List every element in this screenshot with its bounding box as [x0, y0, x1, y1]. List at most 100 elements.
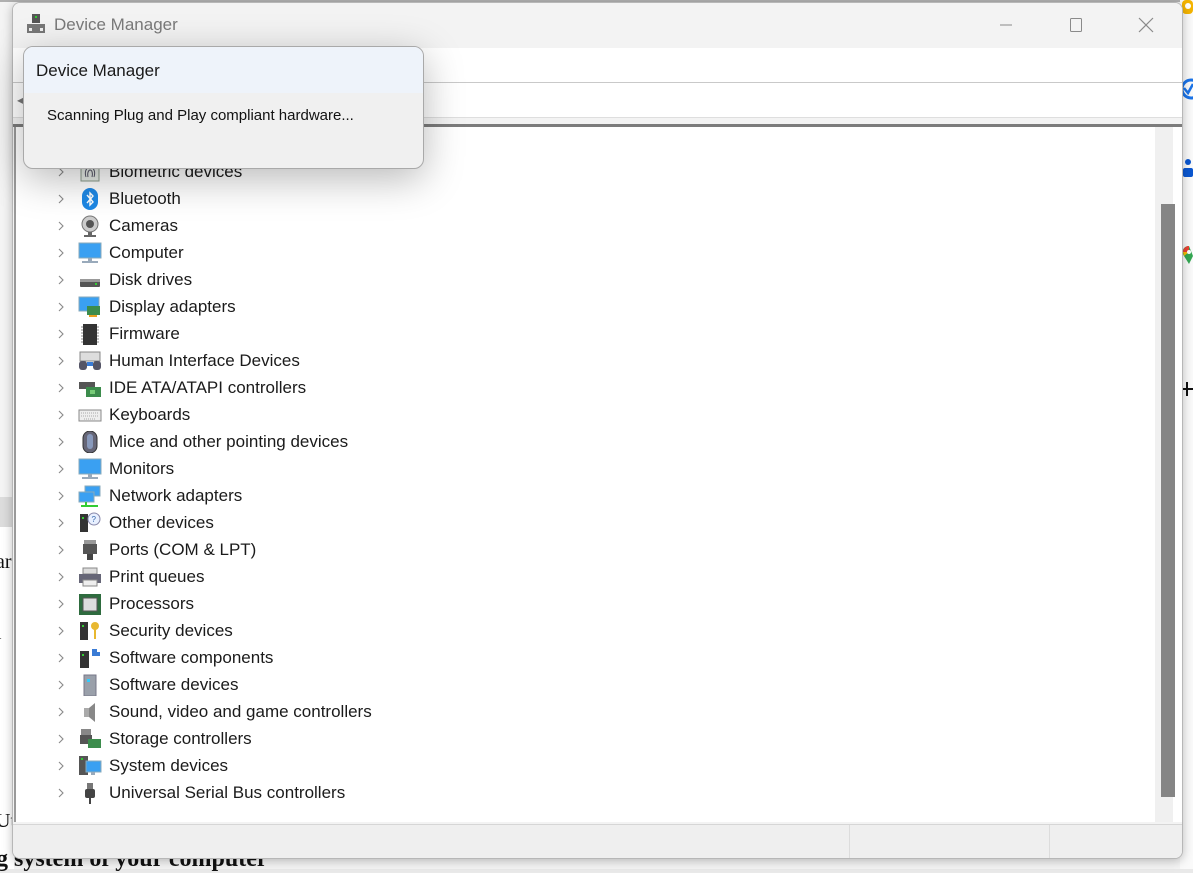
tree-item-label: Processors — [109, 594, 195, 613]
tree-item[interactable]: Cameras — [16, 213, 496, 240]
tree-item[interactable]: Ports (COM & LPT) — [16, 537, 496, 564]
chevron-right-icon[interactable] — [54, 785, 68, 801]
chevron-right-icon[interactable] — [54, 704, 68, 720]
title-bar[interactable]: Device Manager — [13, 3, 1182, 47]
chevron-right-icon[interactable] — [54, 731, 68, 747]
tree-item-label: System devices — [109, 756, 229, 775]
status-bar — [13, 824, 1182, 858]
chevron-right-icon[interactable] — [54, 434, 68, 450]
svg-text:?: ? — [92, 515, 97, 524]
dialog-header: Device Manager — [24, 47, 423, 93]
tree-item[interactable]: Universal Serial Bus controllers — [16, 780, 496, 807]
tree-item[interactable]: Computer — [16, 240, 496, 267]
chevron-right-icon[interactable] — [54, 542, 68, 558]
maximize-button[interactable] — [1041, 3, 1111, 47]
port-icon — [83, 540, 97, 560]
chevron-right-icon[interactable] — [54, 380, 68, 396]
tree-item-label: Keyboards — [109, 405, 191, 424]
tree-item-label: Sound, video and game controllers — [109, 702, 372, 721]
tree-item[interactable]: Bluetooth — [16, 186, 496, 213]
ide-controller-icon — [79, 382, 101, 397]
tree-item-label: Print queues — [109, 567, 205, 586]
network-icon — [78, 485, 101, 507]
device-manager-app-icon — [27, 14, 45, 33]
usb-icon — [85, 783, 95, 804]
maximize-icon — [1070, 18, 1082, 32]
tree-item[interactable]: Software devices — [16, 672, 496, 699]
tree-item[interactable]: Human Interface Devices — [16, 348, 496, 375]
minimize-button[interactable] — [971, 3, 1041, 47]
tree-item-label: Computer — [109, 243, 184, 262]
tree-item[interactable]: Firmware — [16, 321, 496, 348]
unknown-device-icon: ? — [80, 512, 101, 532]
tree-item-label: IDE ATA/ATAPI controllers — [109, 378, 307, 397]
chevron-right-icon[interactable] — [54, 407, 68, 423]
processor-icon — [79, 594, 101, 615]
storage-controller-icon — [80, 729, 101, 748]
software-component-icon — [80, 649, 100, 668]
window-title: Device Manager — [54, 15, 178, 34]
chevron-right-icon[interactable] — [54, 461, 68, 477]
tree-item[interactable]: Network adapters — [16, 483, 496, 510]
dialog-title: Device Manager — [36, 61, 160, 80]
chevron-right-icon[interactable] — [54, 299, 68, 315]
chevron-right-icon[interactable] — [54, 677, 68, 693]
tree-item-label: Network adapters — [109, 486, 243, 505]
tree-item[interactable]: IDE ATA/ATAPI controllers — [16, 375, 496, 402]
tree-item[interactable]: Print queues — [16, 564, 496, 591]
tree-item[interactable]: Processors — [16, 591, 496, 618]
webcam-icon — [81, 215, 99, 237]
device-tree: Biometric devices Bluetooth Cameras Compute… — [16, 159, 496, 807]
background-text-fragment: ar — [0, 551, 12, 573]
disk-drive-icon — [80, 279, 100, 287]
background-text-fragment: l — [0, 622, 2, 645]
tree-item[interactable]: System devices — [16, 753, 496, 780]
tree-item[interactable]: ? Other devices — [16, 510, 496, 537]
bluetooth-icon — [82, 188, 98, 210]
software-device-icon — [83, 674, 97, 696]
tree-item[interactable]: Software components — [16, 645, 496, 672]
chevron-right-icon[interactable] — [54, 488, 68, 504]
chevron-right-icon[interactable] — [54, 758, 68, 774]
dialog-message: Scanning Plug and Play compliant hardwar… — [47, 107, 354, 124]
tree-item[interactable]: Display adapters — [16, 294, 496, 321]
chevron-right-icon[interactable] — [54, 515, 68, 531]
chevron-right-icon[interactable] — [54, 326, 68, 342]
security-key-icon — [80, 622, 99, 640]
tree-item[interactable]: Disk drives — [16, 267, 496, 294]
display-adapter-icon — [78, 296, 100, 317]
hid-icon — [79, 351, 101, 370]
device-tree-pane[interactable]: Biometric devices Bluetooth Cameras Compute… — [14, 127, 1182, 822]
speaker-icon — [84, 703, 95, 722]
tree-item[interactable]: Security devices — [16, 618, 496, 645]
chevron-right-icon[interactable] — [54, 596, 68, 612]
computer-monitor-icon — [78, 242, 102, 263]
close-icon — [1138, 17, 1154, 33]
status-cell — [849, 825, 1050, 858]
tree-item-label: Firmware — [109, 324, 180, 343]
tree-item-label: Human Interface Devices — [109, 351, 300, 370]
tree-item[interactable]: Sound, video and game controllers — [16, 699, 496, 726]
chip-icon — [81, 324, 99, 345]
chevron-right-icon[interactable] — [54, 218, 68, 234]
chevron-right-icon[interactable] — [54, 191, 68, 207]
tree-item[interactable]: Storage controllers — [16, 726, 496, 753]
tree-item-label: Universal Serial Bus controllers — [109, 783, 346, 802]
tree-item-label: Software components — [109, 648, 274, 667]
printer-icon — [79, 567, 101, 587]
tree-item-label: Display adapters — [109, 297, 236, 316]
close-button[interactable] — [1111, 3, 1181, 47]
chevron-right-icon[interactable] — [54, 623, 68, 639]
chevron-right-icon[interactable] — [54, 569, 68, 585]
tree-item[interactable]: Mice and other pointing devices — [16, 429, 496, 456]
tree-item[interactable]: Keyboards — [16, 402, 496, 429]
scrollbar-thumb[interactable] — [1161, 204, 1175, 797]
chevron-right-icon[interactable] — [54, 245, 68, 261]
chevron-right-icon[interactable] — [54, 353, 68, 369]
chevron-right-icon[interactable] — [54, 650, 68, 666]
tree-item[interactable]: Monitors — [16, 456, 496, 483]
mouse-icon — [82, 431, 98, 453]
minimize-icon — [1000, 24, 1012, 26]
keyboard-icon — [78, 409, 102, 422]
chevron-right-icon[interactable] — [54, 272, 68, 288]
